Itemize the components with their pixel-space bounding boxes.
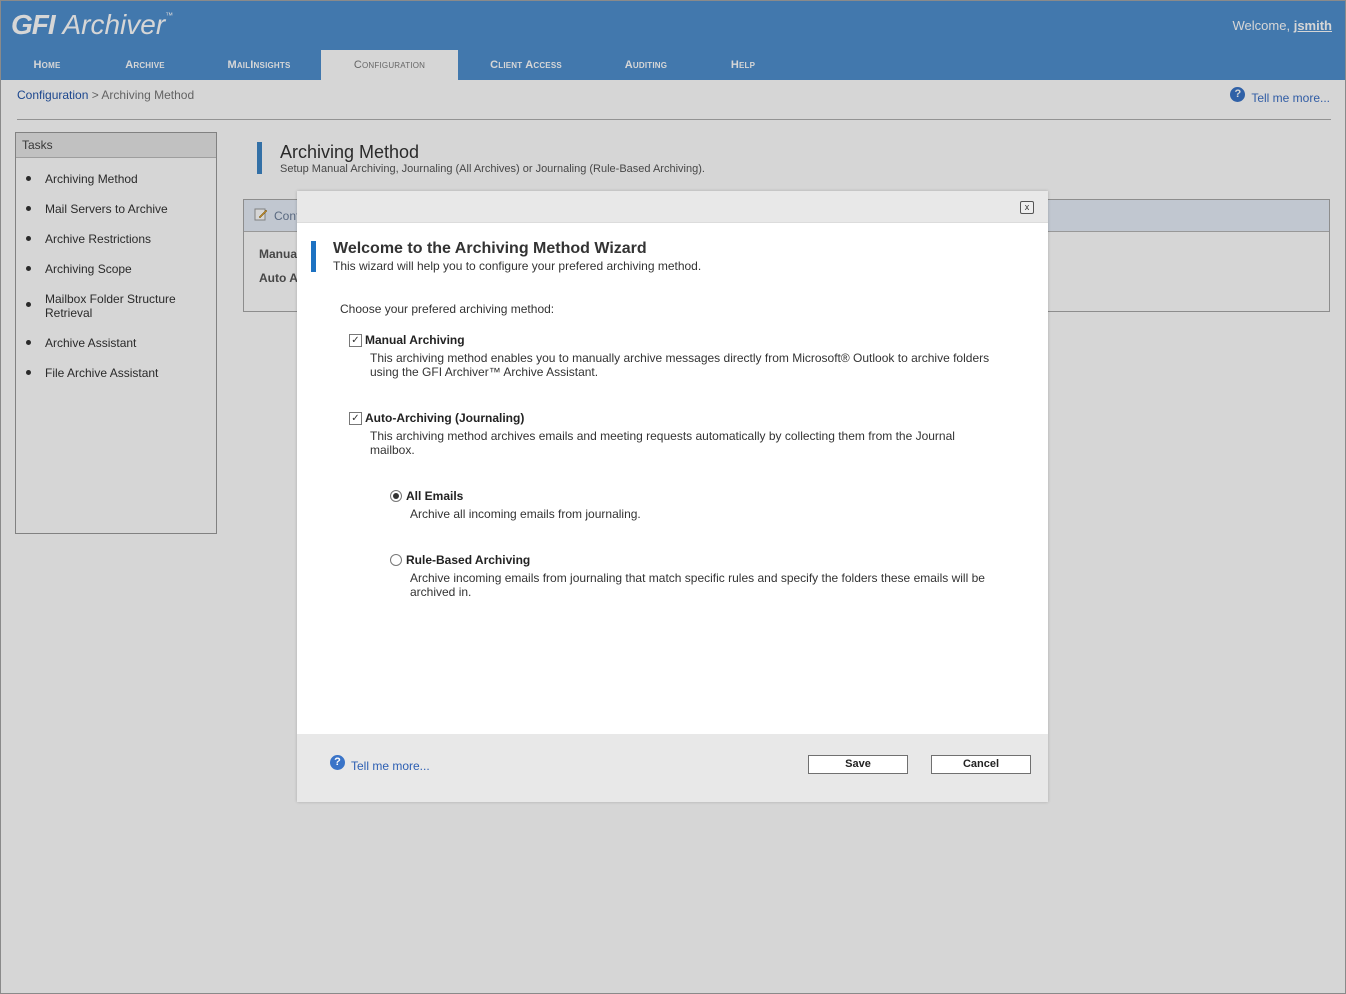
all-emails-desc: Archive all incoming emails from journal… [410,507,641,521]
all-emails-radio[interactable] [390,490,402,502]
auto-archiving-desc-2: mailbox. [370,443,415,457]
save-button[interactable]: Save [808,755,908,774]
close-icon[interactable]: x [1020,201,1034,214]
manual-archiving-checkbox[interactable]: ✓ [349,333,362,347]
wizard-title: Welcome to the Archiving Method Wizard [333,240,647,257]
rule-based-radio[interactable] [390,554,402,566]
cancel-button[interactable]: Cancel [931,755,1031,774]
auto-archiving-option: ✓ Auto-Archiving (Journaling) [349,411,524,425]
rule-based-option: Rule-Based Archiving [390,553,530,567]
all-emails-label: All Emails [406,489,464,503]
rule-based-desc-2: archived in. [410,585,472,599]
app-window: GFI Archiver™ Welcome, jsmith Home Archi… [0,0,1346,994]
all-emails-option: All Emails [390,489,463,503]
manual-archiving-desc-2: using the GFI Archiver™ Archive Assistan… [370,365,599,379]
help-icon[interactable]: ? [330,755,345,770]
modal-titlebar: x [297,191,1048,223]
wizard-subtitle: This wizard will help you to configure y… [333,259,702,273]
auto-archiving-checkbox[interactable]: ✓ [349,411,362,425]
wizard-accent-bar [311,241,316,272]
auto-archiving-label: Auto-Archiving (Journaling) [365,411,525,425]
archiving-method-wizard: x Welcome to the Archiving Method Wizard… [297,191,1048,802]
auto-archiving-desc-1: This archiving method archives emails an… [370,429,955,443]
wizard-footer: ? Tell me more... Save Cancel [297,734,1048,802]
rule-based-desc-1: Archive incoming emails from journaling … [410,571,985,585]
footer-tell-me-more: ? Tell me more... [330,755,430,773]
manual-archiving-desc-1: This archiving method enables you to man… [370,351,990,365]
choose-method-label: Choose your prefered archiving method: [340,302,555,316]
footer-tell-me-more-link[interactable]: Tell me more... [351,759,430,773]
manual-archiving-option: ✓ Manual Archiving [349,333,465,347]
manual-archiving-label: Manual Archiving [365,333,465,347]
rule-based-label: Rule-Based Archiving [406,553,531,567]
